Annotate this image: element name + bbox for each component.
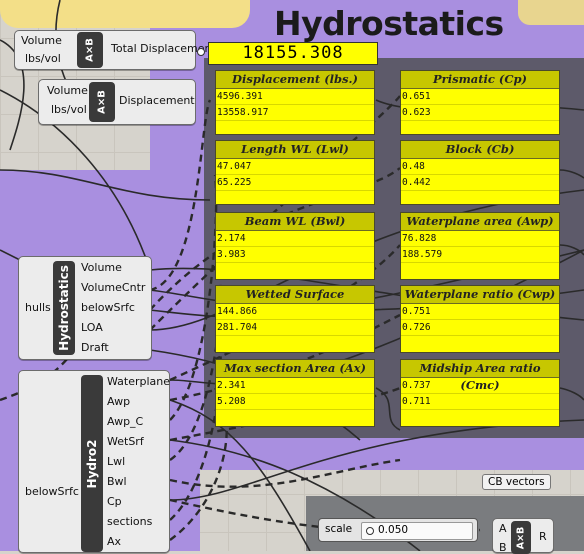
panel-value: 188.579 <box>401 247 559 263</box>
scale-slider[interactable]: scale 0.050 <box>318 518 478 542</box>
output-volume[interactable]: Volume <box>81 261 122 274</box>
output-waterplane[interactable]: Waterplane <box>107 375 170 388</box>
input-volume[interactable]: Volume <box>21 34 62 47</box>
panel-max-section-area[interactable]: Max section Area (Ax) 2.341 5.208 <box>215 359 375 427</box>
panel-prismatic[interactable]: Prismatic (Cp) 0.651 0.623 <box>400 70 560 135</box>
output-lwl[interactable]: Lwl <box>107 455 125 468</box>
panel-beam-wl[interactable]: Beam WL (Bwl) 2.174 3.983 <box>215 212 375 280</box>
panel-length-wl[interactable]: Length WL (Lwl) 47.047 65.225 <box>215 140 375 205</box>
input-b[interactable]: B <box>499 541 507 554</box>
output-loa[interactable]: LOA <box>81 321 103 334</box>
multiply-label: A×B <box>96 90 108 114</box>
slider-value: 0.050 <box>378 524 409 536</box>
hydro2-capsule: Hydro2 <box>81 375 103 552</box>
multiply-component-displacement[interactable]: Volume lbs/vol A×B Displacement <box>38 79 196 125</box>
panel-value: 281.704 <box>216 320 374 336</box>
input-lbs-vol[interactable]: lbs/vol <box>25 52 61 65</box>
panel-title: Block (Cb) <box>401 141 559 159</box>
panel-value: 2.341 <box>216 378 374 394</box>
panel-title: Prismatic (Cp) <box>401 71 559 89</box>
panel-title: Length WL (Lwl) <box>216 141 374 159</box>
panel-input-port[interactable] <box>197 48 205 56</box>
panel-value: 47.047 <box>216 159 374 175</box>
panel-midship-area-ratio[interactable]: Midship Area ratio (Cmc) 0.737 0.711 <box>400 359 560 427</box>
output-belowsrfc[interactable]: belowSrfc <box>81 301 135 314</box>
panel-value: 0.623 <box>401 105 559 121</box>
output-ax[interactable]: Ax <box>107 535 121 548</box>
panel-value: 4596.391 <box>216 89 374 105</box>
panel-value: 144.866 <box>216 304 374 320</box>
panel-displacement[interactable]: Displacement (lbs.) 4596.391 13558.917 <box>215 70 375 135</box>
panel-value: 0.442 <box>401 175 559 191</box>
input-lbs-vol[interactable]: lbs/vol <box>51 103 87 116</box>
panel-waterplane-ratio[interactable]: Waterplane ratio (Cwp) 0.751 0.726 <box>400 285 560 353</box>
panel-title: Waterplane ratio (Cwp) <box>401 286 559 304</box>
panel-value: 0.726 <box>401 320 559 336</box>
panel-value: 65.225 <box>216 175 374 191</box>
panel-title: Beam WL (Bwl) <box>216 213 374 231</box>
output-draft[interactable]: Draft <box>81 341 109 354</box>
panel-value: 0.48 <box>401 159 559 175</box>
multiply-capsule: A×B <box>511 521 531 554</box>
panel-value: 3.983 <box>216 247 374 263</box>
multiply-label: A×B <box>515 526 527 549</box>
output-r[interactable]: R <box>539 530 547 543</box>
output-displacement[interactable]: Displacement <box>119 94 195 107</box>
panel-title: Max section Area (Ax) <box>216 360 374 378</box>
input-a[interactable]: A <box>499 522 507 535</box>
panel-title: Displacement (lbs.) <box>216 71 374 89</box>
slider-track[interactable]: 0.050 <box>361 522 473 540</box>
hydrostatics-capsule: Hydrostatics <box>53 261 75 355</box>
hydro2-label: Hydro2 <box>85 439 99 488</box>
total-displacement-panel[interactable]: 18155.308 <box>208 42 378 65</box>
panel-title: Midship Area ratio (Cmc) <box>401 360 559 392</box>
panel-waterplane-area[interactable]: Waterplane area (Awp) 76.828 188.579 <box>400 212 560 280</box>
hydro2-component[interactable]: belowSrfc Hydro2 Waterplane Awp Awp_C We… <box>18 370 170 553</box>
panel-block[interactable]: Block (Cb) 0.48 0.442 <box>400 140 560 205</box>
panel-value: 5.208 <box>216 394 374 410</box>
multiply-label: A×B <box>84 38 96 62</box>
panel-title: Wetted Surface <box>216 286 374 304</box>
multiply-component-cb[interactable]: A B A×B R <box>492 518 554 554</box>
panel-value: 13558.917 <box>216 105 374 121</box>
panel-value: 2.174 <box>216 231 374 247</box>
slider-name: scale <box>325 523 353 535</box>
output-cp[interactable]: Cp <box>107 495 122 508</box>
panel-value: 76.828 <box>401 231 559 247</box>
output-awp[interactable]: Awp <box>107 395 130 408</box>
panel-value: 0.711 <box>401 394 559 410</box>
panel-wetted-surface[interactable]: Wetted Surface 144.866 281.704 <box>215 285 375 353</box>
output-sections[interactable]: sections <box>107 515 152 528</box>
input-hulls[interactable]: hulls <box>25 301 51 314</box>
output-wetsrf[interactable]: WetSrf <box>107 435 144 448</box>
cb-vectors-text: CB vectors <box>488 476 545 488</box>
hydrostatics-label: Hydrostatics <box>57 265 71 351</box>
multiply-capsule: A×B <box>77 32 103 68</box>
input-volume[interactable]: Volume <box>47 84 88 97</box>
hydrostatics-component[interactable]: hulls Hydrostatics Volume VolumeCntr bel… <box>18 256 152 360</box>
panel-value: 0.651 <box>401 89 559 105</box>
panel-value: 0.751 <box>401 304 559 320</box>
output-awp-c[interactable]: Awp_C <box>107 415 143 428</box>
cb-vectors-label: CB vectors <box>482 474 551 490</box>
output-bwl[interactable]: Bwl <box>107 475 127 488</box>
multiply-capsule: A×B <box>89 82 115 122</box>
multiply-component-total[interactable]: Volume lbs/vol A×B Total Displacement <box>14 30 216 70</box>
panel-title: Waterplane area (Awp) <box>401 213 559 231</box>
slider-handle[interactable] <box>366 527 374 535</box>
input-belowsrfc[interactable]: belowSrfc <box>25 485 79 498</box>
output-volumecntr[interactable]: VolumeCntr <box>81 281 145 294</box>
